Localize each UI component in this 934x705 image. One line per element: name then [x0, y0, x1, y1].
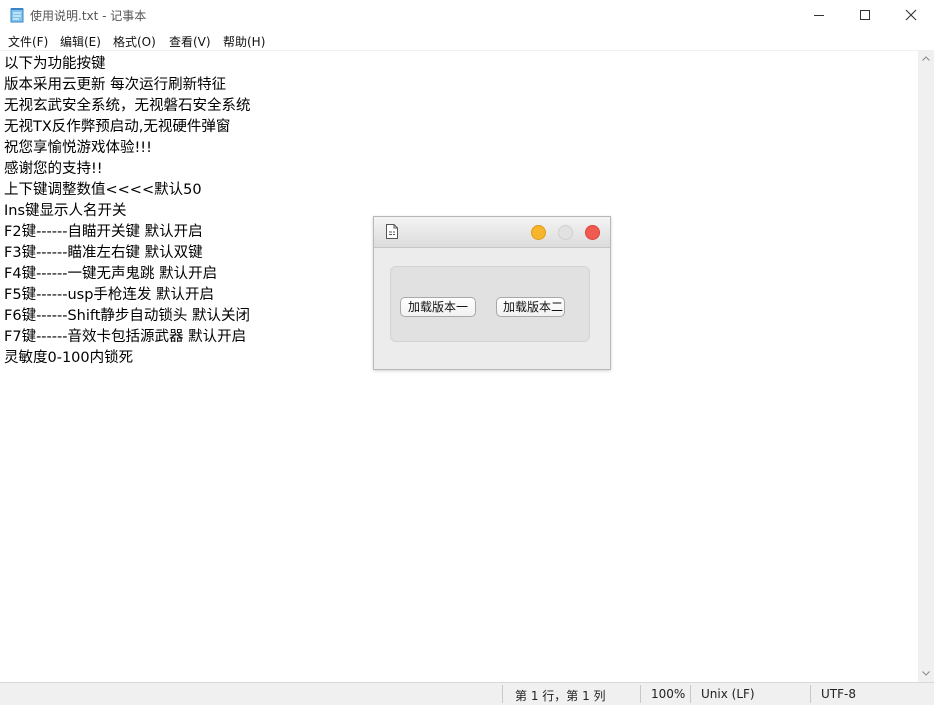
editor-line: F4键------一键无声鬼跳 默认开启: [4, 266, 218, 282]
status-cursor-position: 第 1 行，第 1 列: [515, 689, 606, 703]
status-line-ending: Unix (LF): [701, 687, 755, 701]
load-version-1-button[interactable]: 加载版本一: [400, 297, 476, 317]
editor-line: F7键------音效卡包括源武器 默认开启: [4, 329, 247, 345]
status-encoding: UTF-8: [821, 687, 856, 701]
editor-line: 以下为功能按键: [4, 56, 106, 72]
editor-line: F2键------自瞄开关键 默认开启: [4, 224, 203, 240]
editor-line: 无视玄武安全系统，无视磐石安全系统: [4, 98, 251, 114]
dialog-panel: 加载版本一 加载版本二: [390, 266, 590, 342]
notepad-window: 使用说明.txt - 记事本 文件(F) 编辑(E) 格式(O) 查看(V) 帮…: [0, 0, 934, 705]
editor-line: 上下键调整数值<<<<默认50: [4, 182, 202, 198]
menu-edit[interactable]: 编辑(E): [60, 33, 101, 50]
editor-line: 祝您享愉悦游戏体验!!!: [4, 140, 152, 156]
editor-line: F5键------usp手枪连发 默认开启: [4, 287, 215, 303]
editor-line: 灵敏度0-100内锁死: [4, 350, 134, 366]
editor-lines: 以下为功能按键 版本采用云更新 每次运行刷新特征 无视玄武安全系统，无视磐石安全…: [4, 54, 251, 369]
loader-dialog: 加载版本一 加载版本二: [373, 216, 611, 370]
editor-line: F6键------Shift静步自动锁头 默认关闭: [4, 308, 251, 324]
minimize-button[interactable]: [796, 0, 842, 30]
document-icon: [385, 223, 399, 240]
editor-line: 版本采用云更新 每次运行刷新特征: [4, 77, 227, 93]
editor-line: Ins键显示人名开关: [4, 203, 127, 219]
status-bar: 第 1 行，第 1 列 100% Unix (LF) UTF-8: [0, 682, 934, 705]
status-divider: [690, 685, 691, 703]
window-title: 使用说明.txt - 记事本: [30, 9, 147, 23]
menu-help[interactable]: 帮助(H): [223, 33, 265, 50]
editor-line: F3键------瞄准左右键 默认双键: [4, 245, 203, 261]
chevron-down-icon: [922, 671, 930, 676]
scroll-up-button[interactable]: [918, 50, 934, 67]
scroll-down-button[interactable]: [918, 665, 934, 682]
status-divider: [640, 685, 641, 703]
dialog-minimize-button[interactable]: [531, 225, 546, 240]
menu-bar: 文件(F) 编辑(E) 格式(O) 查看(V) 帮助(H): [0, 30, 934, 50]
status-divider: [810, 685, 811, 703]
dialog-title-bar[interactable]: [374, 217, 610, 248]
load-version-2-button[interactable]: 加载版本二: [496, 297, 565, 317]
maximize-icon: [860, 10, 870, 20]
dialog-zoom-button: [558, 225, 573, 240]
status-zoom: 100%: [651, 687, 686, 701]
menu-file[interactable]: 文件(F): [8, 33, 48, 50]
minimize-icon: [814, 15, 824, 16]
vertical-scrollbar[interactable]: [918, 50, 934, 682]
menu-view[interactable]: 查看(V): [169, 33, 211, 50]
chevron-up-icon: [922, 56, 930, 61]
notepad-icon: [10, 7, 24, 23]
title-bar[interactable]: 使用说明.txt - 记事本: [0, 0, 934, 30]
maximize-button[interactable]: [842, 0, 888, 30]
close-icon: [905, 9, 917, 21]
dialog-close-button[interactable]: [585, 225, 600, 240]
editor-line: 感谢您的支持!!: [4, 161, 103, 177]
close-button[interactable]: [888, 0, 934, 30]
menu-format[interactable]: 格式(O): [113, 33, 156, 50]
editor-line: 无视TX反作弊预启动,无视硬件弹窗: [4, 119, 231, 135]
status-divider: [502, 685, 503, 703]
